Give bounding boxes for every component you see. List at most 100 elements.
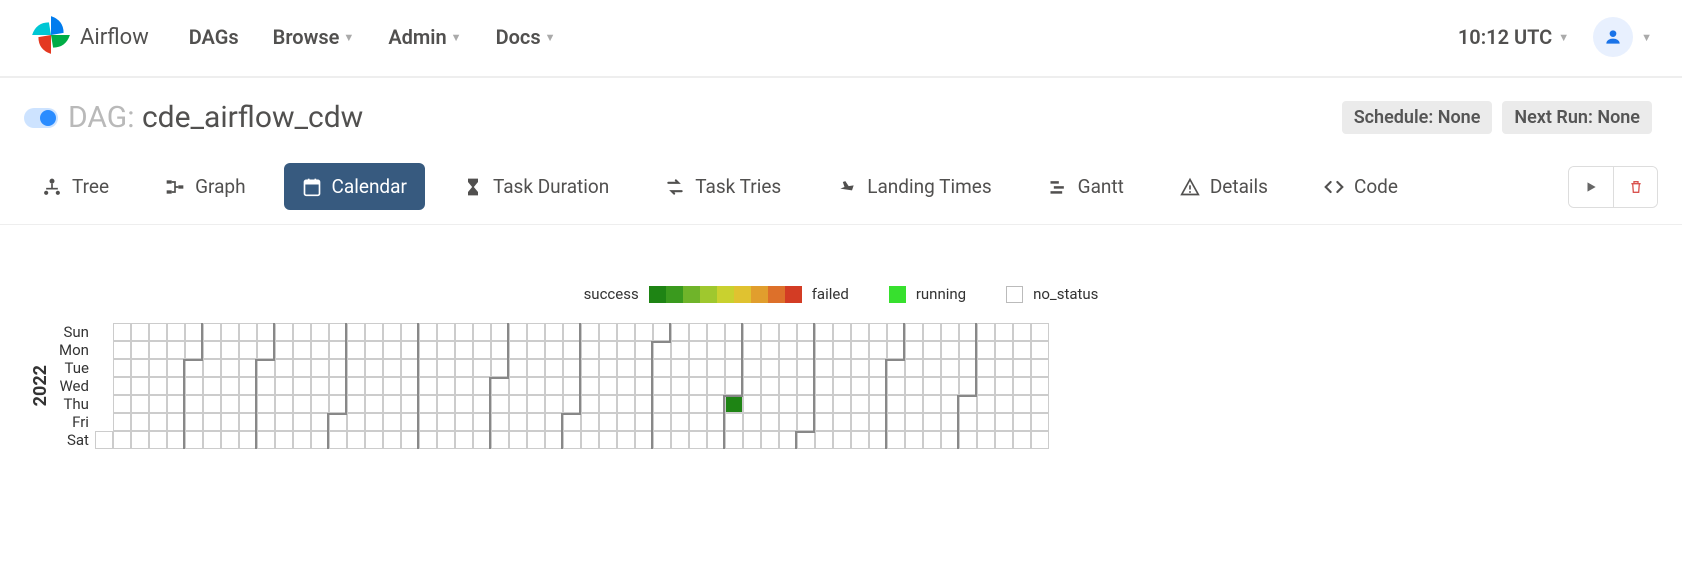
calendar-day[interactable] — [725, 377, 743, 395]
calendar-day[interactable] — [743, 359, 761, 377]
calendar-day[interactable] — [959, 341, 977, 359]
calendar-day[interactable] — [887, 395, 905, 413]
calendar-day[interactable] — [149, 341, 167, 359]
calendar-day[interactable] — [509, 431, 527, 449]
calendar-day[interactable] — [815, 395, 833, 413]
calendar-day[interactable] — [941, 359, 959, 377]
calendar-day[interactable] — [347, 341, 365, 359]
calendar-day[interactable] — [563, 323, 581, 341]
calendar-day[interactable] — [671, 323, 689, 341]
calendar-day[interactable] — [329, 359, 347, 377]
calendar-day[interactable] — [941, 395, 959, 413]
calendar-day[interactable] — [239, 341, 257, 359]
calendar-day[interactable] — [491, 341, 509, 359]
calendar-day[interactable] — [761, 323, 779, 341]
nav-dags[interactable]: DAGs — [189, 25, 239, 49]
calendar-day[interactable] — [563, 413, 581, 431]
calendar-day[interactable] — [131, 413, 149, 431]
calendar-day[interactable] — [815, 431, 833, 449]
clock[interactable]: 10:12 UTC ▼ — [1458, 25, 1569, 49]
calendar-day[interactable] — [923, 323, 941, 341]
calendar-day[interactable] — [149, 359, 167, 377]
calendar-day[interactable] — [581, 431, 599, 449]
calendar-day[interactable] — [473, 395, 491, 413]
calendar-day[interactable] — [527, 413, 545, 431]
calendar-day[interactable] — [419, 359, 437, 377]
calendar-day[interactable] — [563, 395, 581, 413]
calendar-day[interactable] — [275, 323, 293, 341]
calendar-day[interactable] — [221, 377, 239, 395]
calendar-day[interactable] — [905, 323, 923, 341]
calendar-day[interactable] — [365, 341, 383, 359]
calendar-day[interactable] — [869, 323, 887, 341]
calendar-day[interactable] — [923, 359, 941, 377]
calendar-day[interactable] — [995, 431, 1013, 449]
calendar-day[interactable] — [545, 377, 563, 395]
calendar-day[interactable] — [995, 341, 1013, 359]
calendar-day[interactable] — [635, 413, 653, 431]
calendar-day[interactable] — [149, 377, 167, 395]
calendar-day[interactable] — [887, 323, 905, 341]
calendar-day[interactable] — [869, 431, 887, 449]
calendar-day[interactable] — [707, 377, 725, 395]
calendar-day[interactable] — [455, 395, 473, 413]
calendar-day[interactable] — [761, 431, 779, 449]
calendar-day[interactable] — [419, 377, 437, 395]
calendar-day[interactable] — [257, 395, 275, 413]
calendar-day[interactable] — [581, 395, 599, 413]
calendar-day[interactable] — [473, 341, 491, 359]
calendar-day[interactable] — [671, 377, 689, 395]
calendar-day[interactable] — [437, 341, 455, 359]
calendar-day[interactable] — [761, 377, 779, 395]
tab-task-duration[interactable]: Task Duration — [445, 163, 627, 210]
calendar-day[interactable] — [941, 431, 959, 449]
calendar-day[interactable] — [653, 377, 671, 395]
calendar-day[interactable] — [347, 377, 365, 395]
nav-admin[interactable]: Admin ▼ — [388, 25, 461, 49]
calendar-day[interactable] — [329, 377, 347, 395]
calendar-day[interactable] — [725, 395, 743, 413]
calendar-day[interactable] — [689, 323, 707, 341]
calendar-day[interactable] — [203, 341, 221, 359]
calendar-day[interactable] — [743, 395, 761, 413]
calendar-day[interactable] — [941, 323, 959, 341]
calendar-day[interactable] — [707, 359, 725, 377]
calendar-day[interactable] — [257, 359, 275, 377]
calendar-day[interactable] — [131, 341, 149, 359]
calendar-day[interactable] — [1031, 395, 1049, 413]
calendar-day[interactable] — [509, 395, 527, 413]
calendar-day[interactable] — [239, 413, 257, 431]
brand[interactable]: Airflow — [30, 14, 149, 60]
calendar-day[interactable] — [707, 395, 725, 413]
calendar-day[interactable] — [347, 323, 365, 341]
calendar-day[interactable] — [185, 359, 203, 377]
calendar-day[interactable] — [725, 413, 743, 431]
calendar-day[interactable] — [311, 413, 329, 431]
calendar-day[interactable] — [185, 431, 203, 449]
calendar-day[interactable] — [833, 341, 851, 359]
calendar-day[interactable] — [419, 341, 437, 359]
next-run-badge[interactable]: Next Run: None — [1502, 101, 1652, 134]
calendar-day[interactable] — [887, 431, 905, 449]
calendar-day[interactable] — [941, 413, 959, 431]
calendar-day[interactable] — [923, 341, 941, 359]
calendar-day[interactable] — [743, 323, 761, 341]
calendar-day[interactable] — [923, 395, 941, 413]
calendar-day[interactable] — [725, 323, 743, 341]
calendar-day[interactable] — [635, 359, 653, 377]
calendar-day[interactable] — [761, 413, 779, 431]
calendar-day[interactable] — [959, 395, 977, 413]
calendar-day[interactable] — [851, 323, 869, 341]
calendar-day[interactable] — [275, 431, 293, 449]
calendar-day[interactable] — [221, 341, 239, 359]
calendar-day[interactable] — [329, 323, 347, 341]
calendar-day[interactable] — [1031, 359, 1049, 377]
calendar-day[interactable] — [509, 323, 527, 341]
calendar-day[interactable] — [617, 359, 635, 377]
calendar-day[interactable] — [527, 323, 545, 341]
calendar-day[interactable] — [167, 341, 185, 359]
calendar-day[interactable] — [977, 341, 995, 359]
calendar-day[interactable] — [635, 395, 653, 413]
tab-details[interactable]: Details — [1162, 163, 1286, 210]
calendar-day[interactable] — [509, 341, 527, 359]
